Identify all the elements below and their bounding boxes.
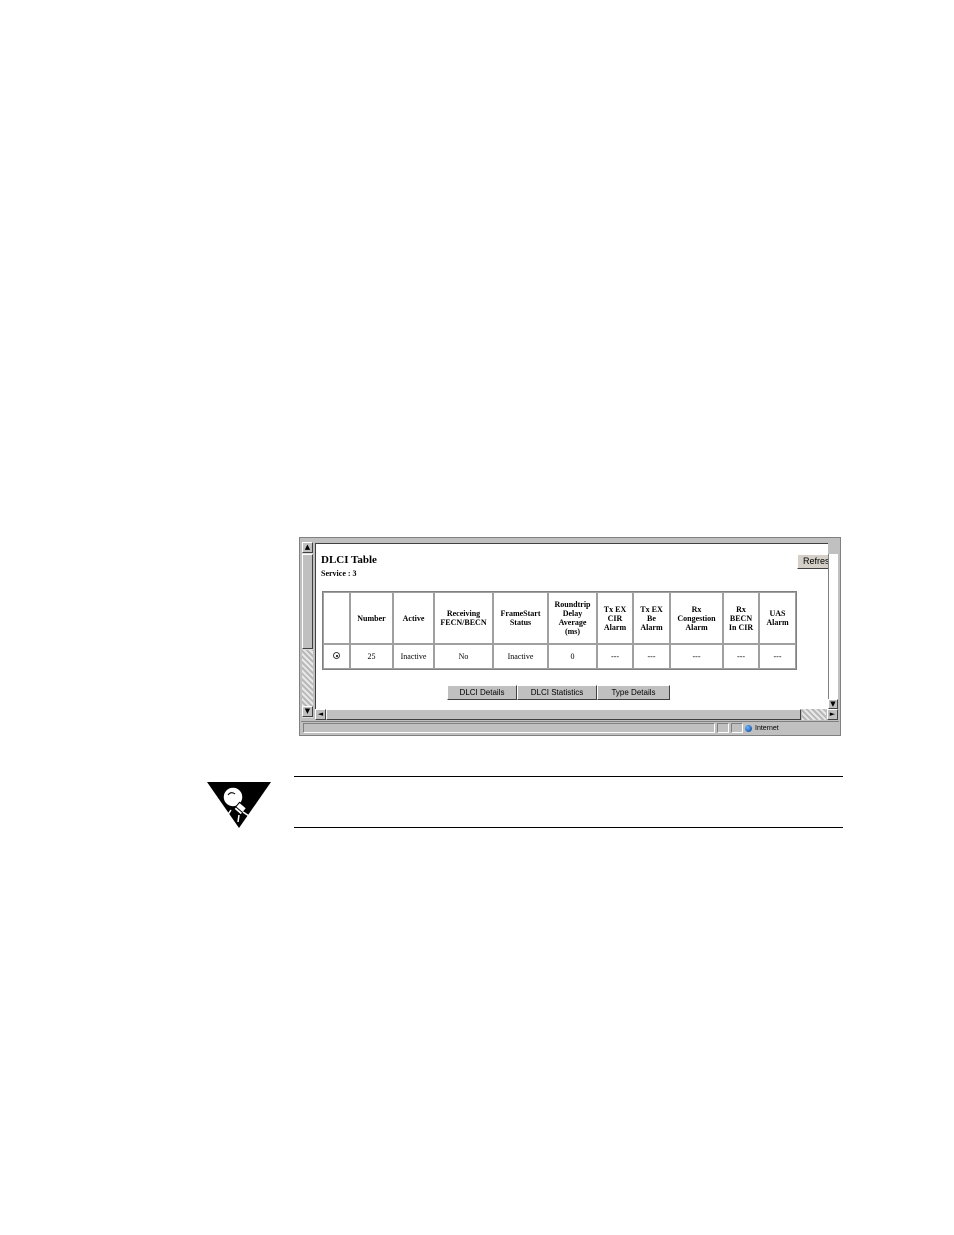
cell-rx-congestion-alarm: --- [670,644,723,669]
cell-tx-ex-be-alarm: --- [633,644,670,669]
type-details-button[interactable]: Type Details [597,685,670,700]
scroll-up-button[interactable]: ▲ [302,542,313,553]
service-label: Service : 3 [321,569,357,578]
status-pane-small [717,723,729,733]
cell-active: Inactive [393,644,434,669]
right-scroll-down-button[interactable]: ▼ [828,699,838,709]
lightbulb-note-icon [207,782,271,828]
arrow-left-icon: ◄ [317,710,324,718]
status-pane-small [731,723,743,733]
row-select-radio[interactable] [333,652,340,659]
horizontal-scroll-track[interactable] [802,709,826,720]
cell-rx-becn-in-cir: --- [723,644,759,669]
cell-receiving-fecn-becn: No [434,644,493,669]
browser-window: ▲ ▼ DLCI Table Service : 3 Refres Number… [299,537,841,736]
scroll-right-button[interactable]: ► [827,709,838,720]
arrow-right-icon: ► [829,710,836,718]
table-header-row: Number Active Receiving FECN/BECN FrameS… [323,592,796,644]
header-framestart-status: FrameStart Status [493,592,548,644]
left-vertical-scrollbar[interactable]: ▲ ▼ [302,542,313,718]
cell-number: 25 [350,644,393,669]
arrow-down-icon: ▼ [304,707,311,715]
cell-uas-alarm: --- [759,644,796,669]
arrow-down-icon: ▼ [830,700,836,708]
horizontal-scroll-thumb[interactable] [326,709,801,720]
header-rx-becn-in-cir: Rx BECN In CIR [723,592,759,644]
header-tx-ex-cir-alarm: Tx EX CIR Alarm [597,592,633,644]
header-tx-ex-be-alarm: Tx EX Be Alarm [633,592,670,644]
dlci-table: Number Active Receiving FECN/BECN FrameS… [322,591,797,670]
header-active: Active [393,592,434,644]
page-title: DLCI Table [321,554,377,566]
page-content: DLCI Table Service : 3 Refres Number Act… [315,543,833,709]
scroll-track[interactable] [302,650,313,706]
note-bottom-rule [294,827,843,828]
scroll-left-button[interactable]: ◄ [315,709,326,720]
scroll-thumb[interactable] [302,554,313,649]
scroll-down-button[interactable]: ▼ [302,706,313,717]
header-roundtrip-delay: Roundtrip Delay Average (ms) [548,592,597,644]
right-vertical-scrollbar[interactable]: ▼ [828,554,838,709]
horizontal-scrollbar[interactable]: ◄ ► [315,709,838,720]
dlci-statistics-button[interactable]: DLCI Statistics [517,685,597,700]
table-row: 25 Inactive No Inactive 0 --- --- --- --… [323,644,796,669]
cell-framestart-status: Inactive [493,644,548,669]
header-number: Number [350,592,393,644]
note-top-rule [294,776,843,777]
cell-roundtrip-delay: 0 [548,644,597,669]
right-scroll-track[interactable] [828,554,838,699]
status-bar: Internet [301,721,839,734]
cell-tx-ex-cir-alarm: --- [597,644,633,669]
row-select-cell[interactable] [323,644,350,669]
header-uas-alarm: UAS Alarm [759,592,796,644]
security-zone: Internet [745,723,779,733]
header-rx-congestion-alarm: Rx Congestion Alarm [670,592,723,644]
header-receiving-fecn-becn: Receiving FECN/BECN [434,592,493,644]
globe-icon [745,724,752,732]
action-button-row: DLCI Details DLCI Statistics Type Detail… [447,685,670,700]
header-select [323,592,350,644]
arrow-up-icon: ▲ [304,543,311,551]
zone-label: Internet [755,724,779,732]
dlci-details-button[interactable]: DLCI Details [447,685,517,700]
status-message-pane [303,723,715,733]
